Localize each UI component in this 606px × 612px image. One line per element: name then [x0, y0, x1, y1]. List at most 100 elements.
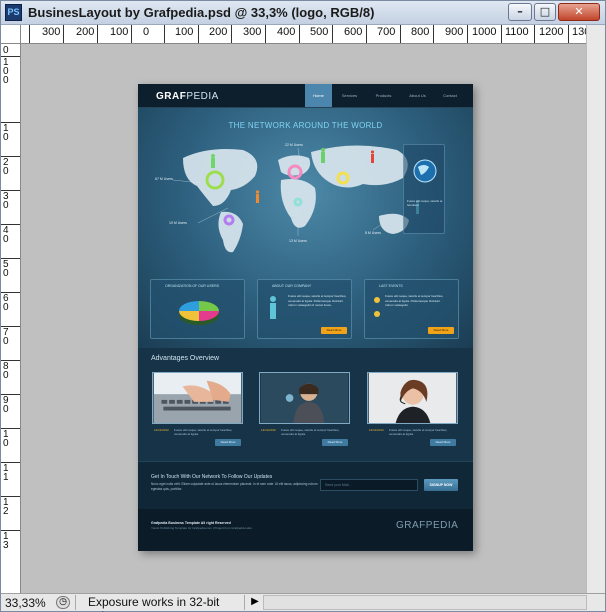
card-text: Fusce elit neque, iaculis et tempor fauc…	[174, 428, 233, 437]
advantages-section: Advantages Overview 12/11/2012 Fusce eli…	[138, 348, 473, 461]
ruler-label: 100	[110, 26, 129, 38]
read-more-button[interactable]: Read More	[215, 439, 241, 446]
globe-icon	[413, 159, 437, 183]
hero-section: THE NETWORK AROUND THE WORLD 22 M Users …	[138, 108, 473, 348]
person-figure-icon	[370, 150, 375, 154]
horizontal-scrollbar[interactable]	[263, 595, 587, 610]
ruler-label: 100	[175, 26, 194, 38]
map-label: 22 M Users	[285, 143, 303, 147]
newsletter-title: Get In Touch With Our Network To Follow …	[151, 474, 273, 480]
advantage-card: 12/11/2012 Fusce elit neque, iaculis et …	[152, 372, 243, 446]
site-footer: Grafpedia Business Template All right Re…	[138, 509, 473, 551]
newsletter-section: Get In Touch With Our Network To Follow …	[138, 461, 473, 509]
vertical-ruler[interactable]: 0 1 0 0 1 0 2 0 3 0 4 0 5 0 6 0 7 0 8 0 …	[1, 44, 21, 593]
advantage-card: 12/11/2012 Fusce elit neque, iaculis et …	[259, 372, 350, 446]
north-america-shape	[183, 149, 258, 206]
ruler-label: 0	[143, 26, 150, 38]
read-more-button[interactable]: Read More	[428, 327, 454, 334]
ruler-label: 1 0 0	[3, 57, 9, 86]
africa-shape	[280, 179, 316, 228]
ruler-label: 4 0	[3, 225, 9, 245]
signup-button[interactable]: SIGNUP NOW	[424, 479, 458, 491]
nav-products[interactable]: Products	[370, 84, 397, 107]
card-text: Fusce elit neque, iaculis et tempor fauc…	[389, 428, 448, 437]
globe-panel-text: Fusce elit neque, iaculis et hendrerit	[407, 199, 443, 207]
read-more-button[interactable]: Read More	[321, 327, 347, 334]
horizontal-ruler[interactable]: 300 200 100 0 100 200 300 400 500 600 70…	[21, 25, 586, 44]
nav-home[interactable]: Home	[305, 84, 332, 107]
minimize-button[interactable]: –	[508, 3, 532, 21]
person-figure-icon	[256, 194, 259, 203]
status-menu-arrow-icon[interactable]: ▶	[249, 595, 261, 609]
ruler-label: 1000	[472, 26, 497, 38]
ruler-label: 400	[277, 26, 296, 38]
ruler-label: 900	[445, 26, 464, 38]
ruler-label: 300	[42, 26, 61, 38]
box-text: Fusce elit neque, iaculis et tempor fauc…	[288, 294, 347, 307]
nav-services[interactable]: Services	[336, 84, 363, 107]
photoshop-document-window: PS BusinesLayout by Grafpedia.psd @ 33,3…	[0, 0, 606, 612]
ruler-label: 700	[377, 26, 396, 38]
vertical-scrollbar[interactable]	[586, 25, 605, 593]
status-bar: 33,33% ◷ Exposure works in 32-bit only ▶	[1, 593, 605, 612]
photoshop-icon: PS	[5, 4, 22, 21]
window-titlebar[interactable]: PS BusinesLayout by Grafpedia.psd @ 33,3…	[1, 1, 605, 25]
status-message: Exposure works in 32-bit only	[75, 595, 245, 612]
box-title: ABOUT OUR COMPANY	[272, 284, 312, 288]
ruler-label: 130	[572, 26, 586, 38]
ruler-label: 1 0	[3, 429, 9, 449]
feature-boxes: ORGANIZATION OF OUR USERS ABOUT OUR COMP…	[150, 279, 461, 341]
ruler-label: 1 2	[3, 497, 9, 517]
read-more-button[interactable]: Read More	[322, 439, 348, 446]
ruler-label: 1 3	[3, 531, 9, 551]
site-logo[interactable]: GRAFPEDIA	[156, 91, 219, 102]
newsletter-text: Nunc eget nulla velit. Etiam vulputate a…	[151, 482, 318, 491]
bullet-icons	[374, 297, 380, 317]
globe-panel: Fusce elit neque, iaculis et hendrerit	[403, 144, 445, 234]
ruler-label: 1100	[505, 26, 529, 38]
ruler-label: 500	[310, 26, 329, 38]
card-date: 12/11/2012	[261, 428, 276, 432]
nav-contact[interactable]: Contact	[437, 84, 463, 107]
canvas-area[interactable]: GRAFPEDIA Home Services Products About U…	[21, 44, 586, 593]
person-figure-icon	[211, 154, 215, 158]
ruler-label: 1200	[539, 26, 564, 38]
box-text: Fusce elit neque, iaculis et tempor fauc…	[385, 294, 444, 307]
ruler-label: 6 0	[3, 293, 9, 313]
ruler-label: 600	[344, 26, 363, 38]
advantages-title: Advantages Overview	[151, 355, 220, 362]
read-more-button[interactable]: Read More	[430, 439, 456, 446]
ruler-label: 300	[243, 26, 262, 38]
email-field[interactable]: Send your Mail...	[320, 479, 418, 491]
document-canvas[interactable]: GRAFPEDIA Home Services Products About U…	[138, 84, 473, 551]
asia-shape	[311, 145, 408, 188]
card-date: 12/11/2012	[369, 428, 384, 432]
ruler-label: 800	[411, 26, 430, 38]
call-center-photo[interactable]	[367, 372, 458, 424]
person-figure-icon	[321, 148, 325, 152]
keyboard-photo[interactable]	[152, 372, 243, 424]
businesswoman-photo[interactable]	[259, 372, 350, 424]
zoom-level[interactable]: 33,33%	[5, 596, 46, 610]
window-title: BusinesLayout by Grafpedia.psd @ 33,3% (…	[28, 5, 375, 20]
map-label: 19 M Users	[169, 221, 187, 225]
status-info-icon[interactable]: ◷	[56, 596, 70, 609]
feature-box-company: ABOUT OUR COMPANY Fusce elit neque, iacu…	[257, 279, 352, 339]
nav-about[interactable]: About Us	[403, 84, 432, 107]
close-button[interactable]: ✕	[558, 3, 600, 21]
ruler-label: 0	[3, 45, 9, 56]
footer-logo[interactable]: GRAFPEDIA	[396, 520, 458, 531]
map-label: 8 M Users	[365, 231, 381, 235]
maximize-button[interactable]: □	[534, 3, 556, 21]
ruler-label: 7 0	[3, 327, 9, 347]
person-figure-icon	[211, 158, 215, 168]
footer-credits: Yourst Publishing Template for Grafpedia…	[151, 526, 252, 530]
ruler-label: 1 1	[3, 463, 9, 483]
ruler-origin[interactable]	[1, 25, 21, 44]
person-figure-icon	[270, 296, 276, 319]
footer-copyright: Grafpedia Business Template All right Re…	[151, 521, 231, 525]
ruler-label: 200	[76, 26, 95, 38]
ruler-label: 1 0	[3, 123, 9, 143]
person-figure-icon	[255, 190, 260, 194]
map-label: 13 M Users	[289, 239, 307, 243]
